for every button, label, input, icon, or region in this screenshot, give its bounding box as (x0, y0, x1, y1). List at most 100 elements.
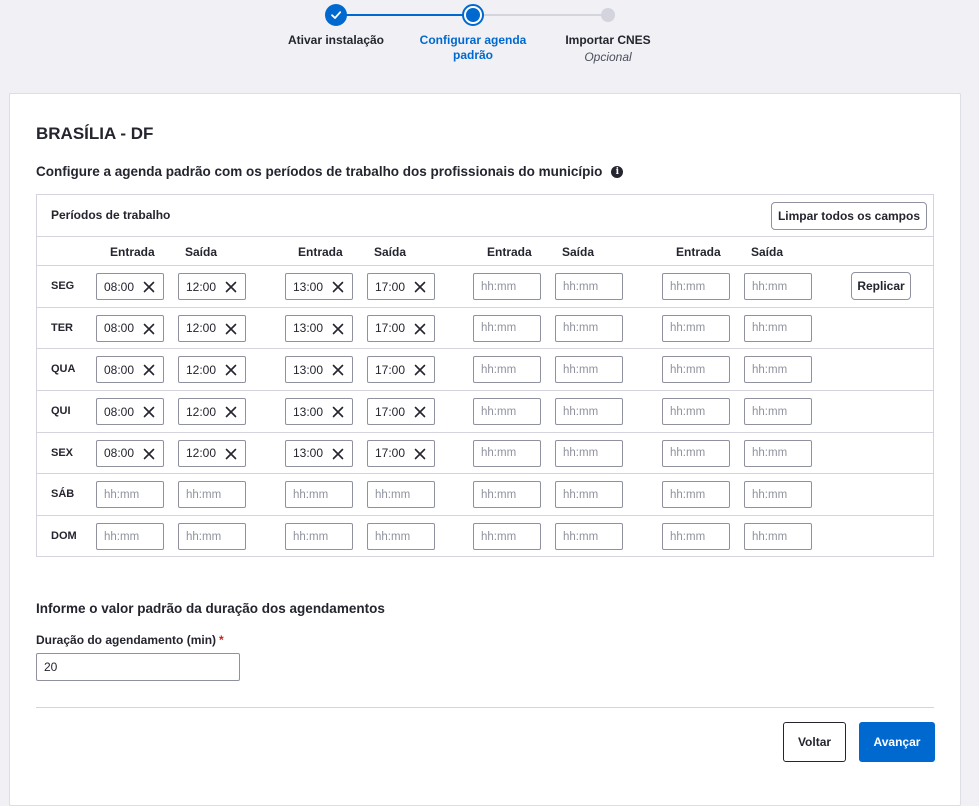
time-input[interactable]: hh:mm (555, 398, 623, 426)
time-input[interactable]: hh:mm (555, 439, 623, 467)
time-input[interactable]: hh:mm (744, 314, 812, 342)
day-row: QUI 08:00 12:00 13:00 17:00 hh:mm hh:mm hh:mm hh… (37, 391, 933, 433)
replicate-button[interactable]: Replicar (851, 272, 911, 300)
check-icon (325, 4, 347, 26)
config-card: BRASÍLIA - DF Configure a agenda padrão … (9, 93, 961, 806)
time-value: 17:00 (375, 446, 406, 461)
time-input[interactable]: 17:00 (367, 314, 435, 342)
column-header-row: Entrada Saída Entrada Saída Entrada Saída Entr… (37, 237, 933, 266)
time-input[interactable]: hh:mm (555, 273, 623, 300)
day-label: SÁB (51, 488, 75, 501)
column-header-saida: Saída (185, 245, 218, 259)
time-input[interactable]: hh:mm (744, 273, 812, 300)
time-input[interactable]: hh:mm (473, 523, 541, 551)
time-input[interactable]: hh:mm (744, 523, 812, 551)
time-input[interactable]: 08:00 (96, 398, 164, 426)
time-input[interactable]: hh:mm (367, 481, 435, 509)
column-header-entrada: Entrada (487, 245, 532, 259)
time-input[interactable]: 17:00 (367, 356, 435, 384)
column-header-entrada: Entrada (298, 245, 343, 259)
time-input[interactable]: hh:mm (662, 356, 730, 384)
day-row: QUA 08:00 12:00 13:00 17:00 hh:mm hh:mm hh:mm hh… (37, 349, 933, 392)
time-input[interactable]: 13:00 (285, 439, 353, 467)
time-placeholder: hh:mm (752, 530, 788, 543)
time-input[interactable]: 17:00 (367, 398, 435, 426)
time-input[interactable]: hh:mm (744, 439, 812, 467)
step-label-configurar: Configurar agenda padrão (419, 33, 527, 62)
required-marker: * (219, 633, 224, 647)
time-value: 17:00 (375, 321, 406, 336)
time-input[interactable]: hh:mm (744, 481, 812, 509)
time-input[interactable]: 12:00 (178, 439, 246, 467)
time-input[interactable]: hh:mm (285, 523, 353, 551)
time-value: 17:00 (375, 362, 406, 377)
city-title: BRASÍLIA - DF (36, 124, 154, 143)
time-input[interactable]: 12:00 (178, 273, 246, 300)
column-header-entrada: Entrada (676, 245, 721, 259)
time-input[interactable]: 17:00 (367, 273, 435, 300)
clear-all-fields-button[interactable]: Limpar todos os campos (770, 202, 927, 230)
time-input[interactable]: 12:00 (178, 398, 246, 426)
time-input[interactable]: hh:mm (178, 523, 246, 551)
time-placeholder: hh:mm (670, 405, 706, 418)
time-input[interactable]: hh:mm (555, 523, 623, 551)
time-input[interactable]: 12:00 (178, 314, 246, 342)
time-placeholder: hh:mm (563, 530, 599, 543)
time-placeholder: hh:mm (563, 322, 599, 335)
time-placeholder: hh:mm (481, 322, 517, 335)
duration-input[interactable] (36, 653, 240, 681)
time-input[interactable]: hh:mm (285, 481, 353, 509)
time-input[interactable]: 08:00 (96, 273, 164, 300)
time-input[interactable]: hh:mm (473, 356, 541, 384)
config-title-text: Configure a agenda padrão com os período… (36, 164, 603, 179)
time-input[interactable]: hh:mm (662, 398, 730, 426)
time-input[interactable]: hh:mm (744, 356, 812, 384)
time-placeholder: hh:mm (670, 363, 706, 376)
time-input[interactable]: hh:mm (473, 439, 541, 467)
time-placeholder: hh:mm (293, 488, 329, 501)
time-input[interactable]: hh:mm (555, 314, 623, 342)
time-input[interactable]: hh:mm (662, 523, 730, 551)
time-input[interactable]: 12:00 (178, 356, 246, 384)
time-input[interactable]: 08:00 (96, 356, 164, 384)
back-button[interactable]: Voltar (783, 722, 846, 762)
time-input[interactable]: 13:00 (285, 356, 353, 384)
time-input[interactable]: 17:00 (367, 439, 435, 467)
time-input[interactable]: hh:mm (555, 481, 623, 509)
time-input[interactable]: hh:mm (473, 314, 541, 342)
time-input[interactable]: hh:mm (96, 481, 164, 509)
time-input[interactable]: hh:mm (662, 273, 730, 300)
time-input[interactable]: hh:mm (367, 523, 435, 551)
next-button[interactable]: Avançar (859, 722, 935, 762)
time-input[interactable]: 13:00 (285, 273, 353, 300)
time-value: 08:00 (104, 279, 135, 294)
divider (36, 707, 934, 708)
time-input[interactable]: hh:mm (662, 439, 730, 467)
time-input[interactable]: 13:00 (285, 398, 353, 426)
time-input[interactable]: hh:mm (96, 523, 164, 551)
column-header-saida: Saída (562, 245, 595, 259)
duration-section-title: Informe o valor padrão da duração dos ag… (36, 601, 385, 616)
time-input[interactable]: hh:mm (473, 481, 541, 509)
time-input[interactable]: 13:00 (285, 314, 353, 342)
config-title: Configure a agenda padrão com os período… (36, 164, 624, 179)
time-input[interactable]: hh:mm (744, 398, 812, 426)
time-placeholder: hh:mm (563, 280, 599, 293)
time-placeholder: hh:mm (563, 447, 599, 460)
info-icon[interactable]: i (611, 165, 624, 178)
time-placeholder: hh:mm (563, 405, 599, 418)
work-periods-header: Períodos de trabalho Limpar todos os cam… (37, 195, 933, 237)
time-input[interactable]: hh:mm (662, 481, 730, 509)
time-input[interactable]: hh:mm (473, 273, 541, 300)
time-placeholder: hh:mm (670, 488, 706, 501)
time-input[interactable]: hh:mm (555, 356, 623, 384)
time-placeholder: hh:mm (752, 447, 788, 460)
time-input[interactable]: 08:00 (96, 314, 164, 342)
time-placeholder: hh:mm (670, 530, 706, 543)
time-input[interactable]: hh:mm (662, 314, 730, 342)
time-input[interactable]: 08:00 (96, 439, 164, 467)
time-input[interactable]: hh:mm (473, 398, 541, 426)
time-placeholder: hh:mm (670, 322, 706, 335)
time-input[interactable]: hh:mm (178, 481, 246, 509)
time-value: 12:00 (186, 362, 217, 377)
